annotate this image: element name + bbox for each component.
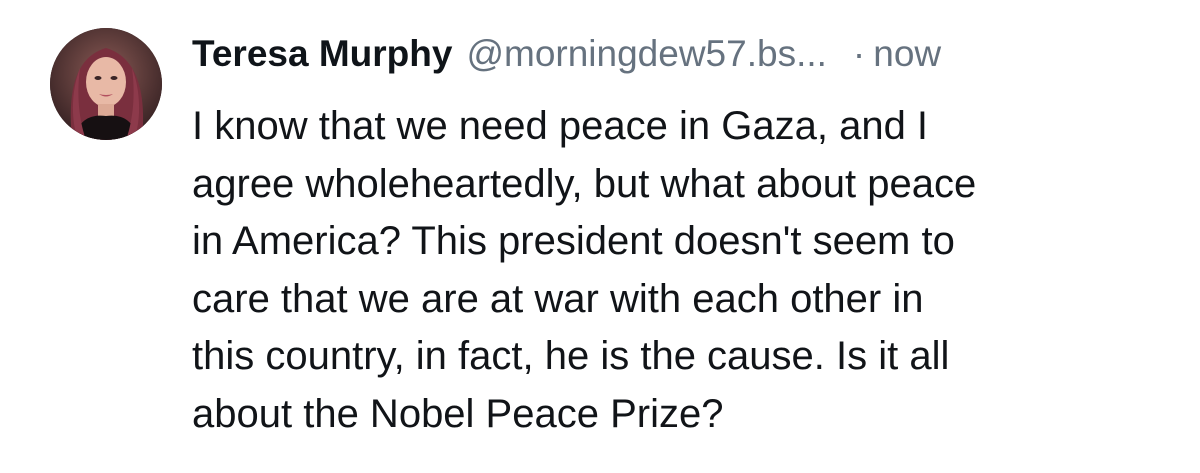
- avatar-photo-icon: [50, 28, 162, 140]
- post[interactable]: Teresa Murphy @morningdew57.bs... · now …: [0, 0, 1200, 473]
- post-header: Teresa Murphy @morningdew57.bs... · now: [192, 28, 1182, 80]
- author-display-name[interactable]: Teresa Murphy: [192, 28, 452, 80]
- post-text: I know that we need peace in Gaza, and I…: [192, 104, 977, 436]
- author-handle[interactable]: @morningdew57.bs...: [466, 28, 826, 80]
- post-timestamp[interactable]: now: [873, 28, 941, 80]
- author-avatar[interactable]: [50, 28, 162, 140]
- meta-separator: ·: [852, 33, 866, 74]
